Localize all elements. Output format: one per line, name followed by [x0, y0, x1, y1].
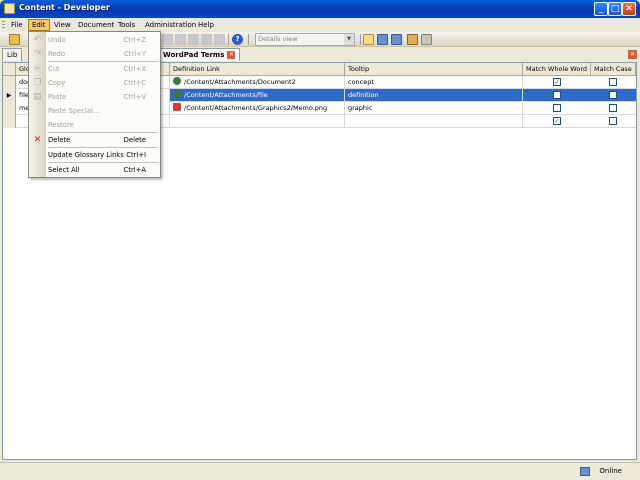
status-bar: Online	[0, 462, 640, 480]
match-case-checkbox[interactable]	[609, 117, 617, 125]
close-icon[interactable]: ✕	[628, 50, 637, 59]
toolbar-separator	[248, 34, 249, 45]
match-whole-word-checkbox[interactable]	[553, 91, 561, 99]
row-header[interactable]	[3, 76, 16, 89]
menu-item-paste[interactable]: ▤ Paste Ctrl+V	[29, 90, 160, 104]
menu-help[interactable]: Help	[195, 19, 217, 31]
match-whole-word-checkbox[interactable]: ✓	[553, 117, 561, 125]
menu-bar: File Edit View Document Tools Administra…	[0, 18, 640, 32]
toolbar-separator	[360, 34, 361, 45]
match-case-checkbox[interactable]	[609, 104, 617, 112]
toolbar-disabled-icon	[175, 34, 186, 45]
tab-library[interactable]: Lib	[2, 48, 23, 61]
window-title: Content - Developer	[19, 3, 110, 12]
definition-link-cell[interactable]	[170, 115, 345, 128]
layout-horizontal-icon[interactable]	[377, 34, 388, 45]
menu-item-select-all[interactable]: Select All Ctrl+A	[29, 163, 160, 177]
menu-item-paste-special[interactable]: Paste Special...	[29, 104, 160, 118]
tooltip-cell[interactable]: definition	[345, 89, 523, 102]
view-combo[interactable]: Details view ▼	[255, 33, 355, 46]
open-folder-icon[interactable]	[9, 34, 20, 45]
settings-icon[interactable]	[421, 34, 432, 45]
menu-item-delete[interactable]: ✕ Delete Delete	[29, 133, 160, 147]
row-header-corner	[3, 63, 16, 76]
app-icon	[4, 3, 15, 14]
match-whole-word-checkbox[interactable]: ✓	[553, 78, 561, 86]
definition-link-cell[interactable]: /Content/Attachments/Document2	[170, 76, 345, 89]
menu-item-restore[interactable]: Restore	[29, 118, 160, 132]
menu-edit[interactable]: Edit	[28, 19, 50, 31]
paste-icon: ▤	[33, 92, 42, 102]
help-icon[interactable]: ?	[232, 34, 243, 45]
row-pointer-icon[interactable]: ▶	[3, 89, 16, 102]
copy-icon: ❐	[33, 78, 42, 88]
file-icon	[173, 90, 181, 98]
toolbar-disabled-icon	[201, 34, 212, 45]
grip-handle[interactable]	[2, 21, 5, 30]
undo-icon: ↶	[33, 35, 42, 45]
layout-single-icon[interactable]	[363, 34, 374, 45]
row-header[interactable]	[3, 102, 16, 115]
toolbar-disabled-icon	[214, 34, 225, 45]
match-case-checkbox[interactable]	[609, 78, 617, 86]
tooltip-cell[interactable]: graphic	[345, 102, 523, 115]
menu-administration[interactable]: Administration	[142, 19, 199, 31]
menu-item-update-glossary-links[interactable]: Update Glossary Links Ctrl+I	[29, 148, 160, 162]
edit-menu-dropdown: ↶ Undo Ctrl+Z ↷ Redo Ctrl+Y ✂ Cut Ctrl+X ❐ …	[28, 31, 161, 178]
close-button[interactable]: ✕	[622, 2, 636, 16]
close-icon[interactable]: ✕	[227, 51, 236, 59]
match-case-checkbox[interactable]	[609, 91, 617, 99]
row-header[interactable]	[3, 115, 16, 128]
match-whole-word-checkbox[interactable]	[553, 104, 561, 112]
toolbar-disabled-icon	[188, 34, 199, 45]
column-header-match-case[interactable]: Match Case	[591, 63, 636, 76]
definition-link-cell[interactable]: /Content/Attachments/file	[170, 89, 345, 102]
layout-vertical-icon[interactable]	[391, 34, 402, 45]
toolbar-separator	[228, 34, 229, 45]
network-icon	[580, 467, 590, 476]
tooltip-cell[interactable]: concept	[345, 76, 523, 89]
menu-file[interactable]: File	[8, 19, 26, 31]
menu-item-redo[interactable]: ↷ Redo Ctrl+Y	[29, 47, 160, 61]
menu-tools[interactable]: Tools	[115, 19, 138, 31]
tab-wordpad-terms[interactable]: WordPad Terms ✕	[158, 48, 241, 61]
definition-link-cell[interactable]: /Content/Attachments/Graphics2/Memo.png	[170, 102, 345, 115]
menu-item-cut[interactable]: ✂ Cut Ctrl+X	[29, 62, 160, 76]
menu-item-copy[interactable]: ❐ Copy Ctrl+C	[29, 76, 160, 90]
connection-status: Online	[599, 467, 622, 475]
redo-icon: ↷	[33, 49, 42, 59]
toolbar-disabled-icon	[162, 34, 173, 45]
document-icon	[173, 77, 181, 85]
tooltip-cell[interactable]	[345, 115, 523, 128]
column-header-definition-link[interactable]: Definition Link	[170, 63, 345, 76]
column-header-tooltip[interactable]: Tooltip	[345, 63, 523, 76]
export-icon[interactable]	[407, 34, 418, 45]
maximize-button[interactable]: □	[608, 2, 622, 16]
menu-view[interactable]: View	[51, 19, 74, 31]
title-bar: Content - Developer _ □ ✕	[0, 0, 640, 18]
minimize-button[interactable]: _	[594, 2, 608, 16]
menu-item-undo[interactable]: ↶ Undo Ctrl+Z	[29, 33, 160, 47]
column-header-match-whole-word[interactable]: Match Whole Word	[523, 63, 591, 76]
image-icon	[173, 103, 181, 111]
delete-icon: ✕	[33, 135, 42, 145]
scissors-icon: ✂	[33, 64, 42, 74]
menu-document[interactable]: Document	[75, 19, 117, 31]
chevron-down-icon: ▼	[344, 34, 354, 45]
